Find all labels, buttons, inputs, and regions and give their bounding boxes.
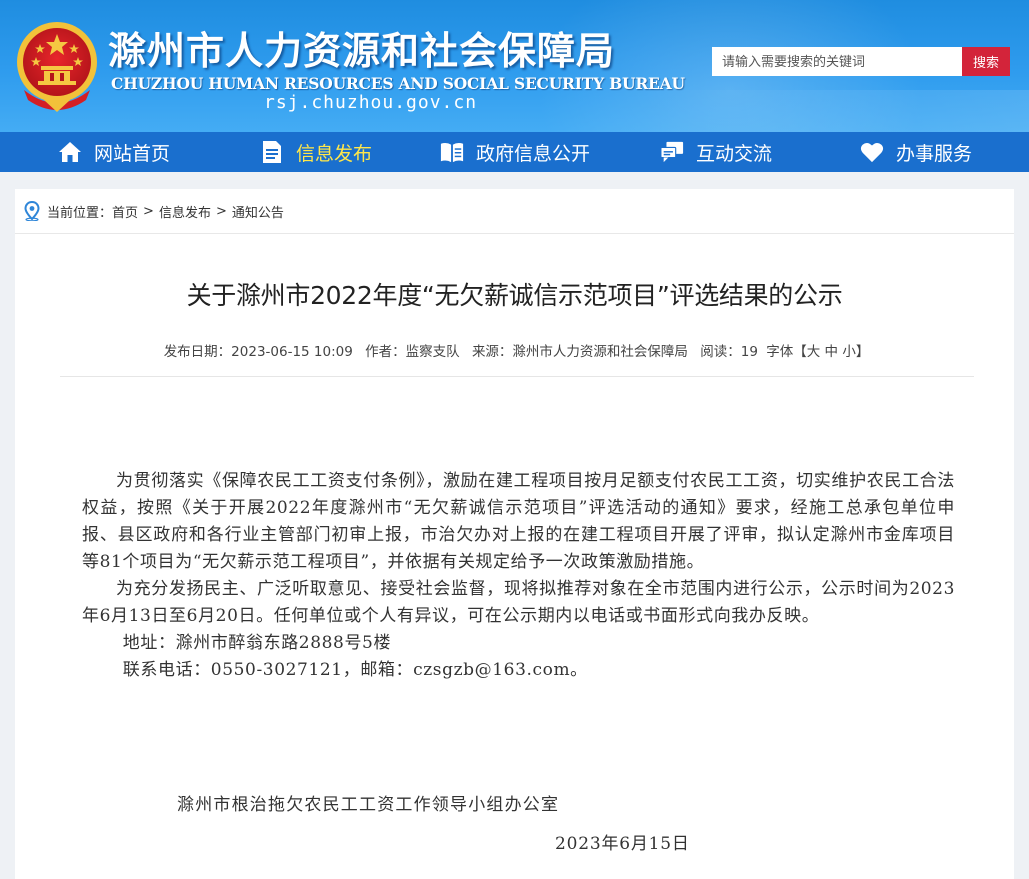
chat-icon (660, 140, 684, 164)
nav-item-interaction[interactable]: 互动交流 (660, 132, 772, 172)
document-icon (260, 140, 284, 164)
search-input[interactable] (712, 47, 962, 76)
content-card: 当前位置： 首页 > 信息发布 > 通知公告 关于滁州市2022年度“无欠薪诚信… (15, 189, 1014, 879)
location-pin-icon (24, 201, 40, 221)
nav-item-home[interactable]: 网站首页 (58, 132, 170, 172)
breadcrumb-prefix: 当前位置： (47, 205, 113, 221)
main-nav: 网站首页 信息发布 政府信息公开 互动交流 办事服务 (0, 132, 1029, 172)
nav-item-services[interactable]: 办事服务 (860, 132, 972, 172)
home-icon (58, 140, 82, 164)
paragraph: 为充分发扬民主、广泛听取意见、接受社会监督，现将拟推荐对象在全市范围内进行公示，… (82, 579, 955, 626)
source: 来源：滁州市人力资源和社会保障局 (471, 344, 688, 360)
nav-item-label: 网站首页 (94, 142, 171, 165)
contact-line: 联系电话：0550-3027121，邮箱：czsgzb@163.com。 (122, 660, 588, 680)
nav-item-label: 办事服务 (896, 142, 973, 165)
book-icon (440, 140, 464, 164)
font-small-button[interactable]: 小 (842, 344, 856, 360)
font-size-end: 】 (855, 344, 870, 360)
font-medium-button[interactable]: 中 (825, 344, 839, 360)
site-subtitle: CHUZHOU HUMAN RESOURCES AND SOCIAL SECUR… (111, 74, 685, 93)
paragraph: 为贯彻落实《保障农民工工资支付条例》，激励在建工程项目按月足额支付农民工工资，切… (82, 471, 955, 572)
author: 作者：监察支队 (365, 344, 460, 360)
signature: 滁州市根治拖欠农民工工资工作领导小组办公室 (177, 795, 560, 815)
header-decoration (640, 90, 1029, 132)
site-header: 滁州市人力资源和社会保障局 CHUZHOU HUMAN RESOURCES AN… (0, 0, 1029, 132)
font-size-label: 字体【 (766, 344, 807, 360)
breadcrumb-separator: > (215, 203, 227, 219)
breadcrumb-notice[interactable]: 通知公告 (232, 202, 284, 221)
divider (60, 376, 974, 377)
nav-item-label: 互动交流 (696, 142, 773, 165)
article-body: 为贯彻落实《保障农民工工资支付条例》，激励在建工程项目按月足额支付农民工工资，切… (82, 468, 955, 684)
site-domain: rsj.chuzhou.gov.cn (264, 92, 478, 113)
site-title: 滁州市人力资源和社会保障局 (108, 29, 616, 73)
search-button[interactable]: 搜索 (962, 47, 1010, 76)
breadcrumb: 当前位置： 首页 > 信息发布 > 通知公告 (15, 189, 1014, 234)
breadcrumb-home[interactable]: 首页 (112, 202, 138, 221)
address-line: 地址：滁州市醉翁东路2888号5楼 (122, 633, 392, 653)
nav-item-gov-info[interactable]: 政府信息公开 (440, 132, 590, 172)
view-count: 阅读：19 (700, 344, 758, 360)
publish-date: 发布日期：2023-06-15 10:09 (163, 344, 353, 360)
heart-hand-icon (860, 140, 884, 164)
font-large-button[interactable]: 大 (807, 344, 821, 360)
nav-item-info[interactable]: 信息发布 (260, 132, 372, 172)
national-emblem-icon[interactable] (14, 20, 100, 114)
nav-item-label: 信息发布 (296, 142, 373, 165)
breadcrumb-info[interactable]: 信息发布 (159, 202, 211, 221)
nav-item-label: 政府信息公开 (476, 142, 591, 165)
article-meta: 发布日期：2023-06-15 10:09 作者：监察支队 来源：滁州市人力资源… (15, 340, 1014, 360)
sign-date: 2023年6月15日 (555, 834, 690, 854)
breadcrumb-separator: > (143, 203, 154, 219)
article-title: 关于滁州市2022年度“无欠薪诚信示范项目”评选结果的公示 (186, 281, 843, 310)
